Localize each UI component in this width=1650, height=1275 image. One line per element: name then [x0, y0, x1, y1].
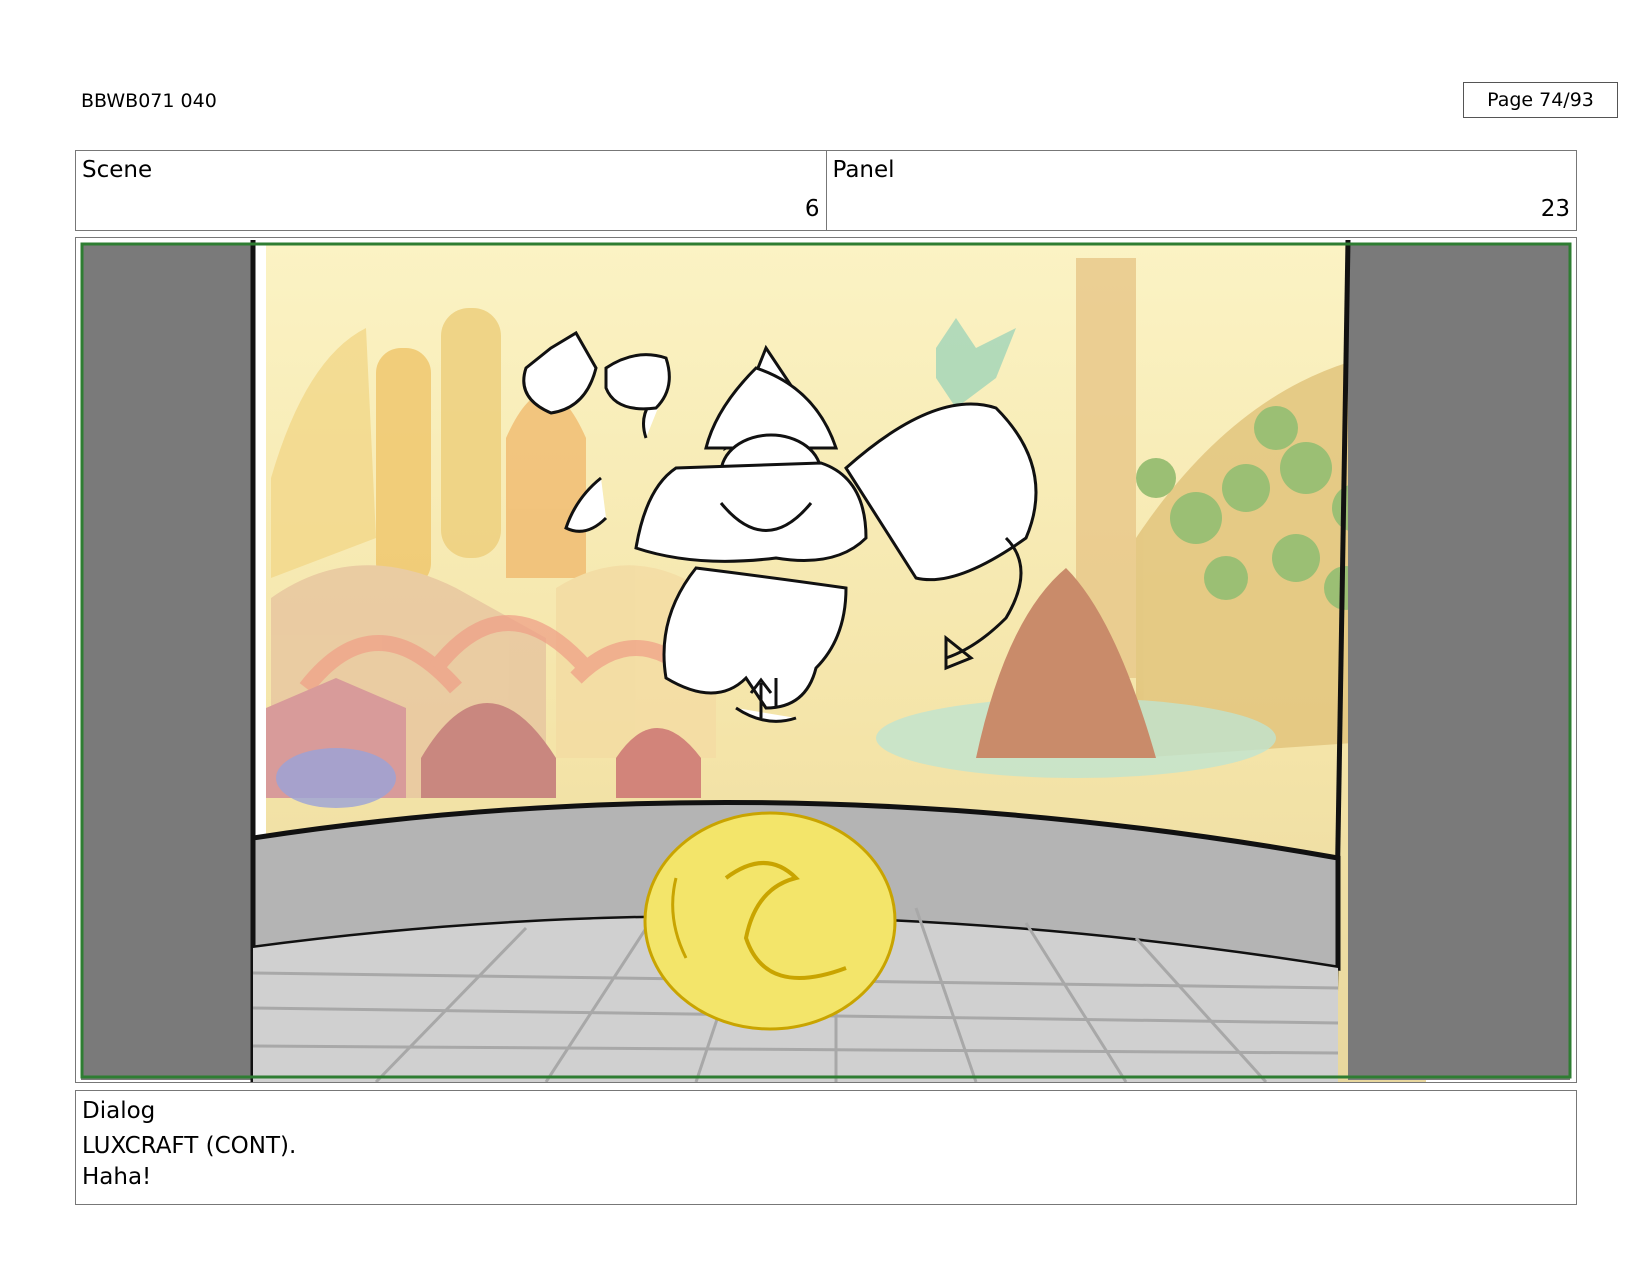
dialog-label: Dialog — [82, 1098, 156, 1124]
dialog-line-speech: Haha! — [82, 1164, 152, 1190]
scene-number: 6 — [804, 196, 820, 222]
left-side-bar — [81, 243, 253, 1080]
storyboard-drawing — [80, 239, 1572, 1082]
page-number: Page 74/93 — [1463, 82, 1618, 118]
glowing-orb — [643, 811, 897, 1031]
panel-label: Panel — [832, 157, 895, 183]
dialog-text: LUXCRAFT (CONT). Haha! — [82, 1131, 296, 1193]
scene-cell: Scene 6 — [76, 151, 826, 230]
dialog-box: Dialog LUXCRAFT (CONT). Haha! — [75, 1090, 1577, 1205]
storyboard-frame — [75, 237, 1577, 1083]
panel-cell: Panel 23 — [825, 151, 1577, 230]
scene-panel-header: Scene 6 Panel 23 — [75, 150, 1577, 231]
scene-label: Scene — [82, 157, 153, 183]
right-side-bar — [1348, 243, 1570, 1080]
document-id: BBWB071 040 — [81, 90, 217, 112]
panel-number: 23 — [1540, 196, 1570, 222]
dialog-line-character: LUXCRAFT (CONT). — [82, 1133, 297, 1159]
